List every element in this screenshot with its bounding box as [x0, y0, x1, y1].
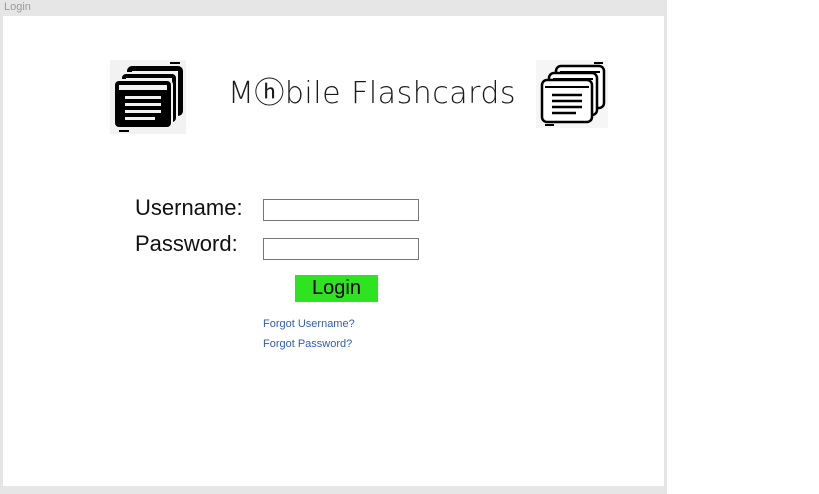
window-titlebar: Login: [0, 0, 667, 16]
forgot-username-link[interactable]: Forgot Username?: [263, 318, 355, 330]
app-title: Mⓗbile Flashcards: [228, 76, 517, 111]
username-label: Username:: [135, 195, 243, 220]
login-content: Mⓗbile Flashcards Username: Password: Lo…: [3, 16, 664, 486]
username-field[interactable]: [263, 199, 419, 221]
flashcards-filled-icon: [110, 60, 186, 134]
flashcards-outline-icon: [536, 60, 608, 128]
login-window: Login Mⓗbile Flashcards Username: Passwo…: [0, 0, 667, 494]
window-title: Login: [4, 1, 31, 13]
forgot-password-link[interactable]: Forgot Password?: [263, 338, 352, 350]
password-label: Password:: [135, 231, 238, 256]
password-field[interactable]: [263, 238, 419, 260]
login-button[interactable]: Login: [295, 275, 378, 302]
